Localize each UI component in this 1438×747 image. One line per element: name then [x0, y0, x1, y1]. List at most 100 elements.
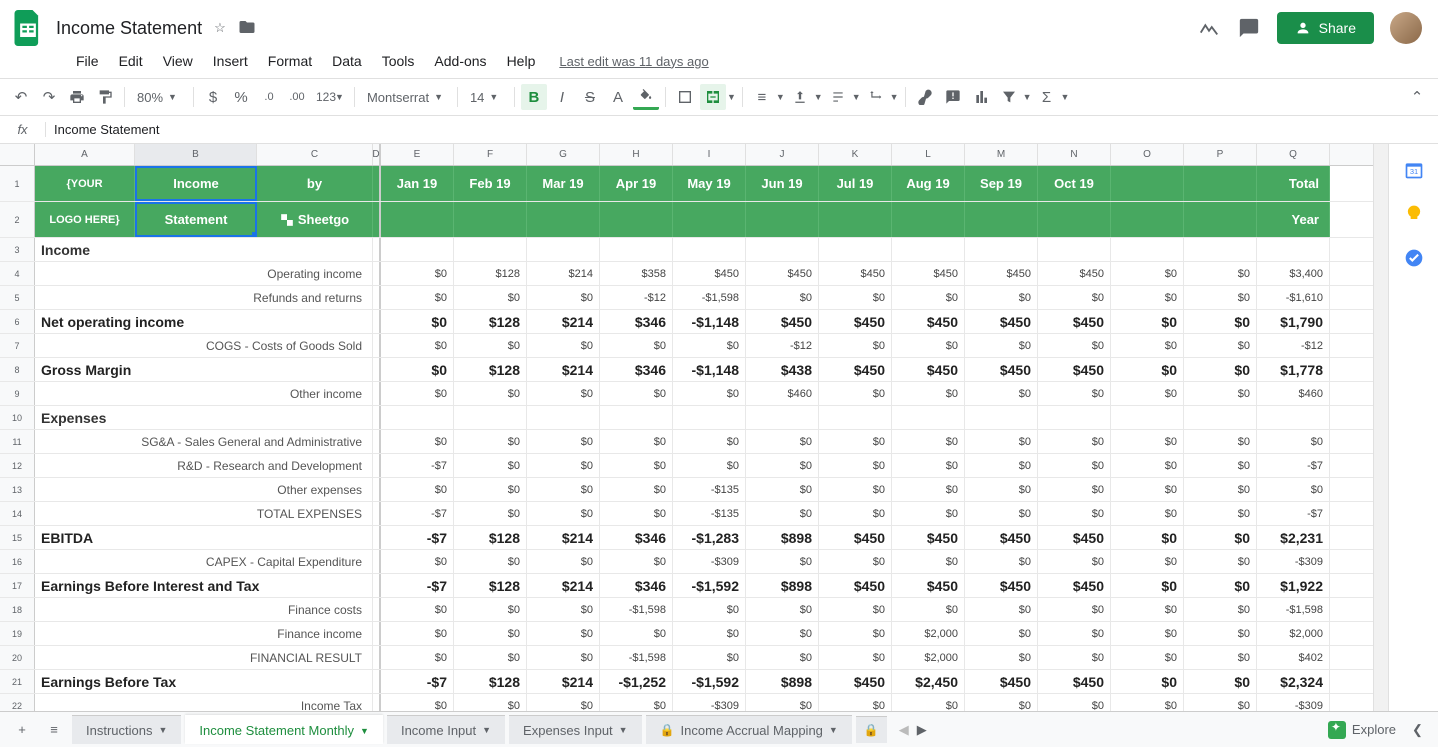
row-header[interactable]: 21 [0, 670, 35, 693]
data-cell[interactable]: $0 [819, 478, 892, 501]
filter-button[interactable] [996, 84, 1022, 110]
menu-addons[interactable]: Add-ons [426, 49, 494, 73]
data-cell[interactable]: $0 [381, 646, 454, 669]
data-cell[interactable]: $1,778 [1257, 358, 1330, 381]
data-cell[interactable]: $0 [527, 622, 600, 645]
data-cell[interactable]: $0 [746, 550, 819, 573]
data-cell[interactable]: $2,324 [1257, 670, 1330, 693]
sheets-logo[interactable] [8, 8, 48, 48]
row-header[interactable]: 14 [0, 502, 35, 525]
data-cell[interactable] [454, 238, 527, 261]
font-size-select[interactable]: 14▼ [464, 90, 508, 105]
data-cell[interactable] [527, 406, 600, 429]
data-cell[interactable]: -$7 [381, 454, 454, 477]
data-cell[interactable]: $0 [1038, 694, 1111, 711]
data-cell[interactable]: $0 [600, 550, 673, 573]
data-cell[interactable]: $0 [1184, 670, 1257, 693]
data-cell[interactable]: $0 [454, 622, 527, 645]
data-cell[interactable]: $0 [527, 430, 600, 453]
data-cell[interactable]: $0 [673, 598, 746, 621]
row-label[interactable]: SG&A - Sales General and Administrative [35, 430, 373, 453]
data-cell[interactable]: $128 [454, 358, 527, 381]
formula-input[interactable]: Income Statement [46, 122, 1438, 137]
data-cell[interactable]: $450 [892, 358, 965, 381]
row-label[interactable]: Operating income [35, 262, 373, 285]
data-cell[interactable]: $450 [892, 574, 965, 597]
data-cell[interactable]: $402 [1257, 646, 1330, 669]
data-cell[interactable]: $450 [819, 670, 892, 693]
data-cell[interactable]: $0 [1111, 622, 1184, 645]
col-header-A[interactable]: A [35, 144, 135, 165]
data-cell[interactable]: $0 [1111, 382, 1184, 405]
insert-comment-button[interactable] [940, 84, 966, 110]
data-cell[interactable]: -$12 [600, 286, 673, 309]
data-cell[interactable]: $0 [892, 382, 965, 405]
data-cell[interactable]: $0 [1038, 334, 1111, 357]
data-cell[interactable]: -$1,283 [673, 526, 746, 549]
horizontal-align-button[interactable]: ≡ [749, 84, 775, 110]
data-cell[interactable]: $0 [1038, 550, 1111, 573]
data-cell[interactable]: $0 [746, 430, 819, 453]
menu-edit[interactable]: Edit [111, 49, 151, 73]
text-rotation-button[interactable] [863, 84, 889, 110]
data-cell[interactable]: $2,000 [892, 622, 965, 645]
row-label[interactable]: Other income [35, 382, 373, 405]
data-cell[interactable] [1257, 406, 1330, 429]
data-cell[interactable]: $0 [746, 694, 819, 711]
data-cell[interactable]: $214 [527, 670, 600, 693]
data-cell[interactable] [673, 406, 746, 429]
data-cell[interactable]: $0 [1038, 598, 1111, 621]
fill-handle[interactable] [252, 232, 257, 237]
data-cell[interactable]: -$7 [381, 502, 454, 525]
data-cell[interactable]: $0 [381, 310, 454, 333]
data-cell[interactable]: $0 [746, 598, 819, 621]
row-header[interactable]: 18 [0, 598, 35, 621]
data-cell[interactable]: $0 [746, 502, 819, 525]
tab-scroll-left-icon[interactable]: ◀ [899, 722, 909, 738]
decrease-decimal-button[interactable]: .0 [256, 84, 282, 110]
col-header-G[interactable]: G [527, 144, 600, 165]
data-cell[interactable]: $2,231 [1257, 526, 1330, 549]
data-cell[interactable]: $0 [1111, 262, 1184, 285]
data-cell[interactable]: $0 [1184, 262, 1257, 285]
row-label[interactable]: Expenses [35, 406, 373, 429]
data-cell[interactable]: $898 [746, 670, 819, 693]
data-cell[interactable]: $0 [454, 502, 527, 525]
data-cell[interactable]: $0 [965, 478, 1038, 501]
data-cell[interactable]: -$7 [381, 574, 454, 597]
data-cell[interactable]: $0 [381, 334, 454, 357]
functions-button[interactable]: Σ [1033, 84, 1059, 110]
explore-button[interactable]: Explore [1316, 721, 1408, 739]
data-cell[interactable] [746, 406, 819, 429]
row-header[interactable]: 15 [0, 526, 35, 549]
data-cell[interactable]: $898 [746, 574, 819, 597]
sheet-tab[interactable]: Expenses Input▼ [509, 715, 642, 744]
data-cell[interactable]: -$1,252 [600, 670, 673, 693]
row-header[interactable]: 16 [0, 550, 35, 573]
data-cell[interactable]: $0 [381, 478, 454, 501]
data-cell[interactable]: $0 [381, 262, 454, 285]
row-header[interactable]: 2 [0, 202, 35, 237]
data-cell[interactable]: $0 [965, 694, 1038, 711]
data-cell[interactable]: $214 [527, 310, 600, 333]
data-cell[interactable]: $0 [1111, 526, 1184, 549]
data-cell[interactable]: $450 [746, 310, 819, 333]
col-header-D[interactable]: D [373, 144, 381, 165]
row-label[interactable]: Earnings Before Tax [35, 670, 373, 693]
data-cell[interactable]: $0 [1184, 622, 1257, 645]
menu-data[interactable]: Data [324, 49, 370, 73]
row-header[interactable]: 6 [0, 310, 35, 333]
sheet-tab[interactable]: Income Statement Monthly▼ [185, 715, 383, 744]
row-header[interactable]: 9 [0, 382, 35, 405]
col-header-K[interactable]: K [819, 144, 892, 165]
row-label[interactable]: COGS - Costs of Goods Sold [35, 334, 373, 357]
font-select[interactable]: Montserrat▼ [361, 90, 451, 105]
row-label[interactable]: TOTAL EXPENSES [35, 502, 373, 525]
col-header-J[interactable]: J [746, 144, 819, 165]
data-cell[interactable]: $0 [673, 382, 746, 405]
data-cell[interactable]: $0 [527, 550, 600, 573]
row-header[interactable]: 20 [0, 646, 35, 669]
data-cell[interactable]: $0 [673, 622, 746, 645]
col-header-I[interactable]: I [673, 144, 746, 165]
data-cell[interactable]: $0 [381, 382, 454, 405]
